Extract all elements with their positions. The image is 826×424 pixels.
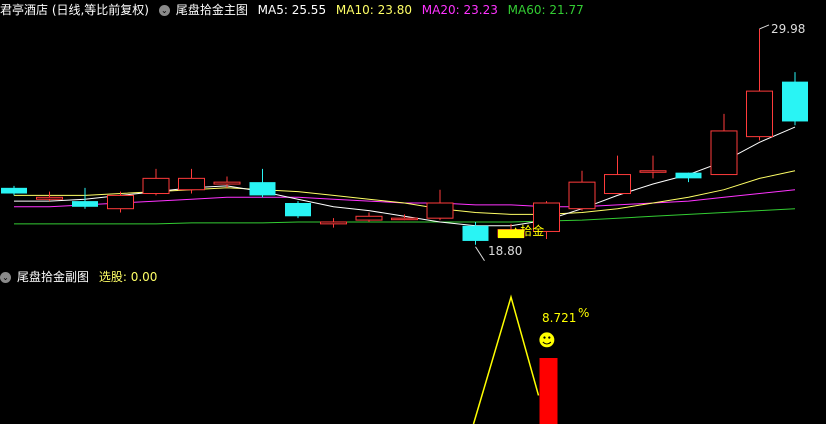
- low-price-label: 18.80: [488, 244, 523, 258]
- candle-body-down: [1, 187, 27, 194]
- candle-body-down: [249, 182, 276, 196]
- candle-body-up: [568, 181, 596, 210]
- candle-body-up: [213, 181, 241, 185]
- candle-body-up: [36, 196, 63, 200]
- candle-body-up: [142, 177, 170, 195]
- high-price-label: 29.98: [771, 22, 806, 36]
- candle-body-up: [178, 177, 205, 191]
- candle-body-up: [746, 90, 773, 138]
- candle-body-up: [391, 217, 418, 221]
- sub-indicator-line: [472, 294, 540, 424]
- candle-body-up: [710, 130, 738, 176]
- candle-body-up: [639, 170, 667, 173]
- candle-body-down: [782, 81, 808, 122]
- percent-sign: %: [578, 306, 590, 320]
- sub-signal-bar: [539, 358, 558, 424]
- candle-body-up: [355, 215, 383, 221]
- candlestick-chart[interactable]: [0, 0, 826, 424]
- candle-body-up: [107, 194, 134, 210]
- candle-body-down: [462, 225, 489, 241]
- low-pointer: [475, 246, 485, 261]
- candle-body-down: [675, 172, 702, 179]
- candle-body-up: [604, 174, 631, 195]
- smiley-icon: ☻: [538, 331, 556, 351]
- percent-value: 8.721: [542, 311, 577, 325]
- signal-label: ▲拾金: [511, 224, 545, 238]
- candle-body-up: [320, 221, 347, 225]
- high-pointer: [759, 24, 770, 30]
- candle-body-up: [426, 202, 454, 219]
- candle-body-down: [285, 203, 311, 217]
- candle-body-down: [72, 201, 98, 207]
